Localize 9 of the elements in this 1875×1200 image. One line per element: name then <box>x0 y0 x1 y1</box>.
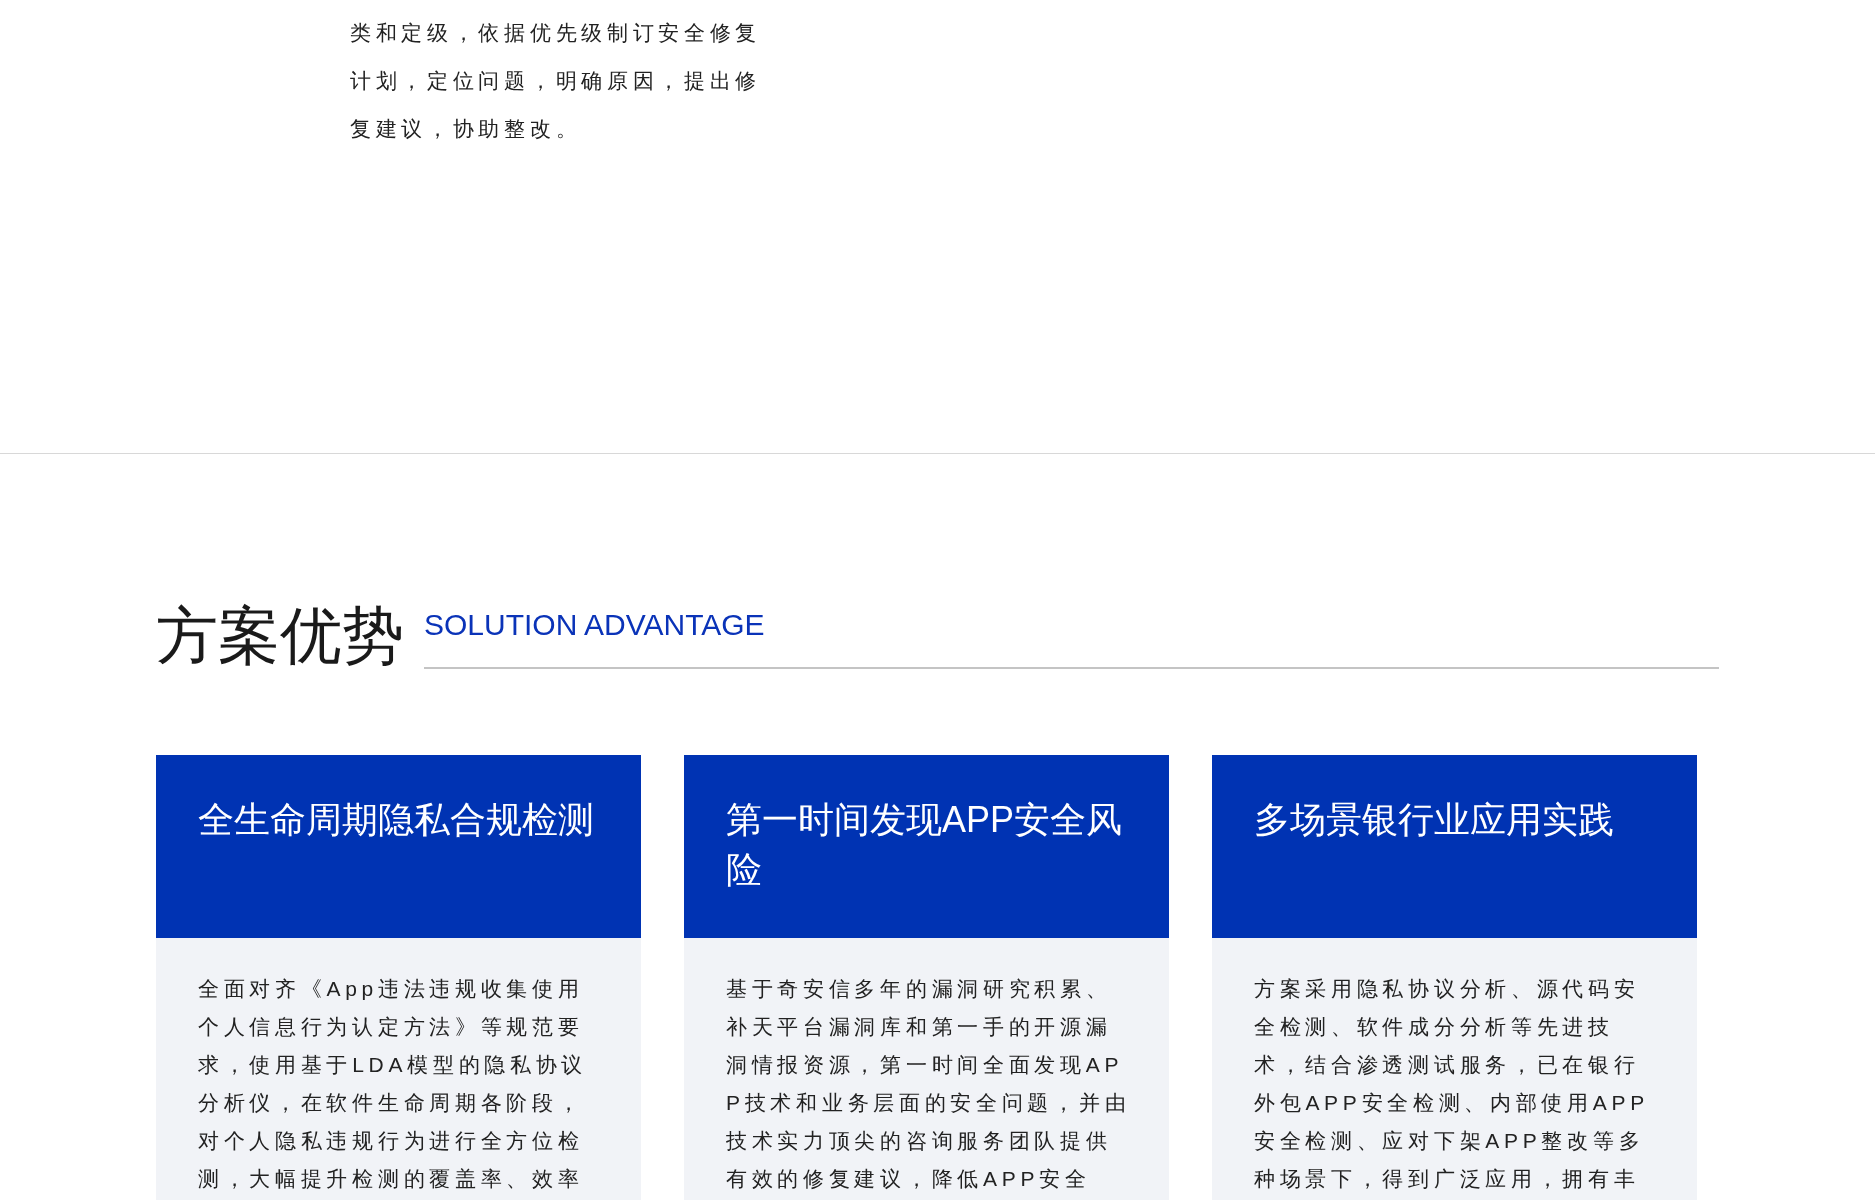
card-description: 基于奇安信多年的漏洞研究积累、补天平台漏洞库和第一手的开源漏洞情报资源，第一时间全面发现APP技术和业务层面的安全问题，并由技术实力顶尖的咨询服务团队提供有效的修复建议，降低APP安全 <box>725 976 1132 1192</box>
card-description: 全面对齐《App违法违规收集使用个人信息行为认定方法》等规范要求，使用基于LDA模型的隐私协议分析仪，在软件生命周期各阶段，对个人隐私违规行为进行全方位检测，大幅提升检测的覆盖率、效率 <box>197 976 589 1192</box>
intro-paragraph: 类和定级，依据优先级制订安全修复计划，定位问题，明确原因，提出修复建议，协助整改。 <box>350 20 763 142</box>
card-description: 方案采用隐私协议分析、源代码安全检测、软件成分分析等先进技术，结合渗透测试服务，已在银行外包APP安全检测、内部使用APP安全检测、应对下架APP整改等多种场景下，得到广泛应用，拥有丰 <box>1253 976 1650 1192</box>
card-title: 全生命周期隐私合规检测 <box>198 798 595 842</box>
section-subtitle: SOLUTION ADVANTAGE <box>424 607 765 643</box>
card-title: 多场景银行业应用实践 <box>1254 798 1615 842</box>
section-title: 方案优势 <box>156 600 404 672</box>
card-title: 第一时间发现APP安全风险 <box>726 798 1124 892</box>
